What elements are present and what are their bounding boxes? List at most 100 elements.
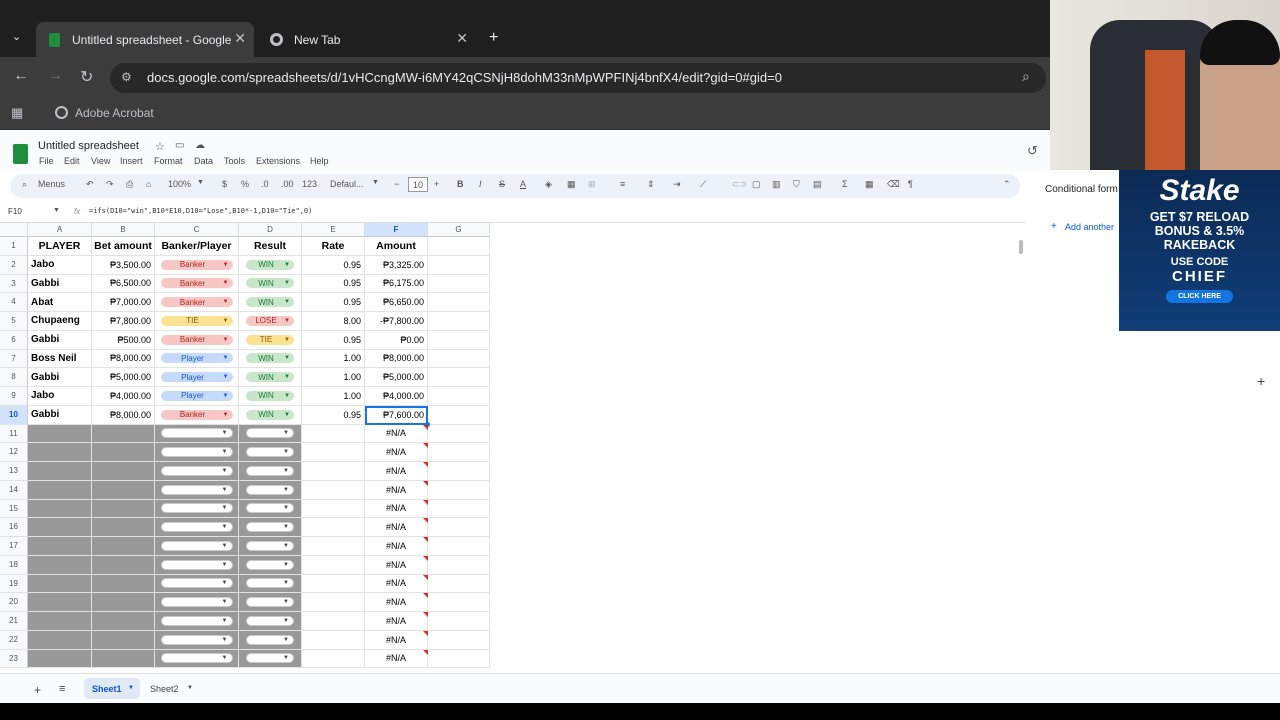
- cell-banker-player[interactable]: ▼: [155, 555, 239, 575]
- cell[interactable]: [428, 274, 490, 294]
- cell[interactable]: [428, 293, 490, 312]
- cell-player[interactable]: Jabo: [28, 255, 92, 275]
- chevron-down-icon[interactable]: ▼: [187, 685, 193, 691]
- empty-dropdown[interactable]: ▼: [246, 634, 294, 645]
- column-header-c[interactable]: C: [155, 223, 239, 237]
- bookmark-adobe-acrobat[interactable]: Adobe Acrobat: [75, 106, 154, 120]
- column-header-e[interactable]: E: [302, 223, 365, 237]
- cell-banker-player[interactable]: Player ▼: [155, 387, 239, 406]
- cell-result[interactable]: ▼: [239, 443, 302, 462]
- zoom-search-icon[interactable]: ⌕: [1022, 68, 1030, 85]
- empty-dropdown[interactable]: ▼: [160, 559, 233, 570]
- menu-help[interactable]: Help: [310, 156, 329, 166]
- vertical-scrollbar[interactable]: [1019, 240, 1023, 254]
- result-dropdown[interactable]: WIN ▼: [246, 372, 294, 383]
- row-header[interactable]: 13: [0, 462, 28, 481]
- empty-dropdown[interactable]: ▼: [246, 540, 294, 551]
- filter-views-icon[interactable]: ▤: [813, 179, 822, 190]
- empty-dropdown[interactable]: ▼: [160, 428, 233, 439]
- row-header[interactable]: 8: [0, 368, 28, 387]
- forward-arrow-icon[interactable]: →: [47, 67, 63, 85]
- cell-result[interactable]: WIN ▼: [239, 387, 302, 406]
- cell-banker-player[interactable]: ▼: [155, 649, 239, 669]
- merge-cells-icon[interactable]: ⊞: [588, 179, 596, 190]
- empty-dropdown[interactable]: ▼: [246, 484, 294, 495]
- sheet-tab-sheet2[interactable]: Sheet2 ▼: [144, 678, 200, 699]
- cell-banker-player[interactable]: Player ▼: [155, 349, 239, 369]
- cell-bet-amount[interactable]: ₱7,800.00: [92, 312, 155, 331]
- cell-bet-amount[interactable]: ₱5,000.00: [92, 368, 155, 387]
- cell-empty-grey[interactable]: [92, 424, 155, 444]
- increase-decimal-button[interactable]: .00: [281, 179, 294, 189]
- cell[interactable]: [428, 312, 490, 331]
- reload-icon[interactable]: ↻: [80, 67, 93, 87]
- cell-result[interactable]: TIE ▼: [239, 330, 302, 350]
- menu-tools[interactable]: Tools: [224, 156, 245, 166]
- paint-format-icon[interactable]: ⌂: [146, 179, 151, 189]
- menu-view[interactable]: View: [91, 156, 110, 166]
- new-tab-plus-icon[interactable]: +: [489, 29, 498, 47]
- row-header[interactable]: 1: [0, 237, 28, 256]
- name-box[interactable]: F10: [8, 207, 22, 216]
- menu-format[interactable]: Format: [154, 156, 183, 166]
- sheets-logo-icon[interactable]: [13, 144, 28, 164]
- empty-dropdown[interactable]: ▼: [246, 428, 294, 439]
- cell-result[interactable]: WIN ▼: [239, 349, 302, 369]
- tab-new-tab[interactable]: New Tab ✕: [258, 22, 476, 57]
- redo-icon[interactable]: ↷: [106, 179, 114, 190]
- cell[interactable]: [428, 480, 490, 500]
- selected-cell-f10[interactable]: ₱7,600.00: [365, 405, 428, 425]
- cell-empty-grey[interactable]: [28, 537, 92, 556]
- row-header[interactable]: 9: [0, 387, 28, 406]
- column-header-a[interactable]: A: [28, 223, 92, 237]
- cell-amount-na[interactable]: #N/A: [365, 649, 428, 669]
- cell[interactable]: [428, 574, 490, 594]
- menus-search-icon[interactable]: ⌕: [22, 179, 27, 190]
- result-dropdown[interactable]: WIN ▼: [246, 297, 294, 308]
- cell[interactable]: [302, 480, 365, 500]
- cell[interactable]: [302, 499, 365, 519]
- row-header[interactable]: 11: [0, 424, 28, 444]
- apps-grid-icon[interactable]: ▦: [11, 105, 23, 121]
- header-result[interactable]: Result: [239, 237, 302, 256]
- cell-empty-grey[interactable]: [28, 424, 92, 444]
- text-rotation-icon[interactable]: ⟋: [700, 179, 706, 190]
- row-header[interactable]: 3: [0, 274, 28, 294]
- cell[interactable]: [428, 443, 490, 462]
- cell-bet-amount[interactable]: ₱8,000.00: [92, 349, 155, 369]
- row-header[interactable]: 7: [0, 349, 28, 369]
- cell-empty-grey[interactable]: [92, 555, 155, 575]
- cell-result[interactable]: ▼: [239, 630, 302, 650]
- cell-amount-na[interactable]: #N/A: [365, 424, 428, 444]
- banker-player-dropdown[interactable]: Player ▼: [160, 390, 233, 401]
- cell-empty-grey[interactable]: [28, 574, 92, 594]
- cell-rate[interactable]: 0.95: [302, 405, 365, 425]
- row-header[interactable]: 12: [0, 443, 28, 462]
- cell[interactable]: [428, 555, 490, 575]
- freeze-icon[interactable]: ▦: [865, 179, 874, 190]
- cell-rate[interactable]: 8.00: [302, 312, 365, 331]
- address-bar[interactable]: ⚙ docs.google.com/spreadsheets/d/1vHCcng…: [110, 63, 1046, 93]
- row-header[interactable]: 18: [0, 555, 28, 575]
- empty-dropdown[interactable]: ▼: [246, 447, 294, 458]
- column-header-d[interactable]: D: [239, 223, 302, 237]
- cell-empty-grey[interactable]: [92, 462, 155, 481]
- filter-icon[interactable]: ⛉: [793, 179, 800, 190]
- font-size-increase-icon[interactable]: +: [434, 179, 439, 189]
- empty-dropdown[interactable]: ▼: [160, 503, 233, 514]
- cell-banker-player[interactable]: ▼: [155, 462, 239, 481]
- cell-result[interactable]: ▼: [239, 574, 302, 594]
- menu-file[interactable]: File: [39, 156, 54, 166]
- cell-result[interactable]: WIN ▼: [239, 255, 302, 275]
- cell[interactable]: [428, 649, 490, 669]
- ad-cta-button[interactable]: CLICK HERE: [1166, 290, 1233, 303]
- empty-dropdown[interactable]: ▼: [160, 578, 233, 589]
- cell-banker-player[interactable]: ▼: [155, 499, 239, 519]
- cell-amount-na[interactable]: #N/A: [365, 462, 428, 481]
- cell-amount[interactable]: -₱7,800.00: [365, 312, 428, 331]
- all-sheets-menu-icon[interactable]: ≡: [59, 683, 65, 695]
- number-format-button[interactable]: 123: [302, 179, 317, 189]
- tab-close-icon[interactable]: ✕: [234, 30, 246, 47]
- formula-input[interactable]: =ifs(D10="win",B10*E10,D10="Lose",B10*-1…: [89, 207, 312, 215]
- cell-empty-grey[interactable]: [92, 593, 155, 612]
